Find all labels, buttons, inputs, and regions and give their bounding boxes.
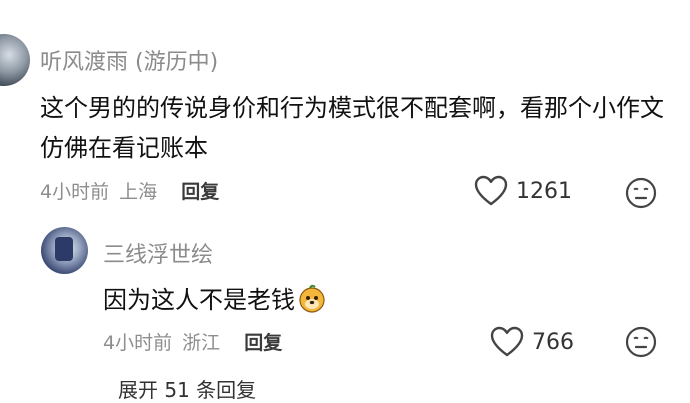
neutral-face-icon <box>625 177 657 209</box>
reply-reply-button[interactable]: 回复 <box>244 332 282 354</box>
comment-time: 4小时前 <box>40 181 110 203</box>
reply-meta: 4小时前 浙江 回复 <box>103 328 282 355</box>
reply-text: 因为这人不是老钱 <box>103 286 295 314</box>
dog-face-emoji <box>299 284 325 313</box>
react-button[interactable] <box>625 177 657 213</box>
reply-like-count: 766 <box>532 329 574 355</box>
reply-text-row: 因为这人不是老钱 <box>103 280 327 315</box>
reply-like-button[interactable]: 766 <box>490 326 574 358</box>
expand-replies-link[interactable]: 展开 51 条回复 <box>118 374 256 403</box>
comment-meta: 4小时前 上海 回复 <box>40 177 219 204</box>
heart-outline-icon <box>490 326 524 357</box>
heart-outline-icon <box>474 175 508 206</box>
like-count: 1261 <box>516 178 572 204</box>
comment-location: 上海 <box>119 181 158 203</box>
reply-react-button[interactable] <box>625 326 657 362</box>
comment-username[interactable]: 听风渡雨 (游历中) <box>40 44 218 76</box>
comment-text: 这个男的的传说身价和行为模式很不配套啊，看那个小作文仿佛在看记账本 <box>40 94 664 162</box>
reply-button[interactable]: 回复 <box>181 181 219 203</box>
reply-time: 4小时前 <box>103 332 173 354</box>
reply-username[interactable]: 三线浮世绘 <box>103 237 213 269</box>
like-button[interactable]: 1261 <box>474 175 572 207</box>
avatar[interactable] <box>0 34 30 86</box>
reply-avatar[interactable] <box>41 227 88 274</box>
neutral-face-icon <box>625 326 657 358</box>
reply-location: 浙江 <box>182 332 221 354</box>
